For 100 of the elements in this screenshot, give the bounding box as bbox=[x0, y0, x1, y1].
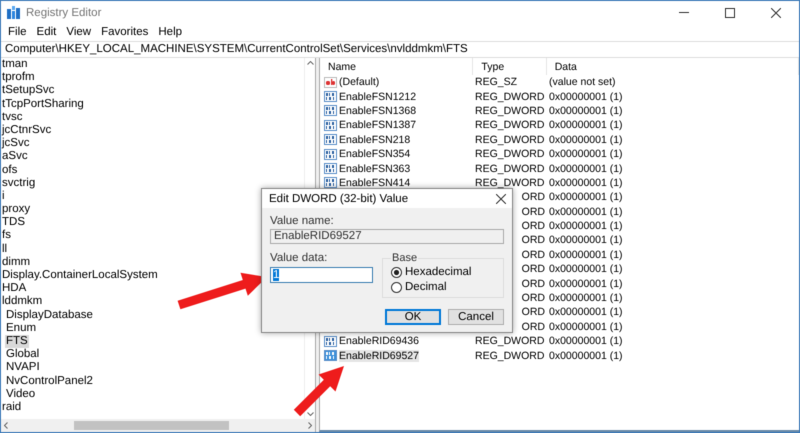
value-data: 0x00000001 (1) bbox=[549, 263, 623, 276]
value-name[interactable]: EnableFSN354 bbox=[339, 148, 410, 160]
value-name[interactable]: EnableFSN363 bbox=[339, 162, 410, 175]
value-name-field[interactable]: EnableRID69527 bbox=[270, 229, 504, 244]
tree-item[interactable]: NvControlPanel2 bbox=[5, 374, 94, 388]
tree-item[interactable]: tSetupSvc bbox=[1, 84, 56, 98]
tree-item[interactable]: NVAPI bbox=[5, 361, 41, 374]
menu-item[interactable]: View bbox=[61, 26, 96, 38]
tree-item[interactable]: raid bbox=[1, 400, 22, 414]
value-type: ORD bbox=[522, 234, 545, 246]
scroll-up-icon[interactable] bbox=[306, 61, 314, 65]
value-name[interactable]: (Default) bbox=[339, 76, 380, 88]
tree-item[interactable]: i bbox=[1, 190, 6, 204]
scrollbar-thumb[interactable] bbox=[74, 421, 229, 430]
value-data: 0x00000001 (1) bbox=[549, 306, 623, 318]
value-type: REG_SZ bbox=[475, 76, 518, 88]
value-data-field[interactable]: 1 bbox=[270, 267, 373, 283]
tree-item[interactable]: jcCtnrSvc bbox=[1, 124, 52, 138]
value-data: 0x00000001 (1) bbox=[549, 234, 623, 246]
value-data: 0x00000001 (1) bbox=[549, 248, 623, 261]
tree-item[interactable]: tTcpPortSharing bbox=[1, 98, 85, 111]
value-data: 0x00000001 (1) bbox=[549, 134, 623, 146]
tree-item[interactable]: proxy bbox=[1, 203, 32, 216]
value-data: 0x00000001 (1) bbox=[549, 90, 623, 103]
binary-value-icon bbox=[324, 350, 337, 362]
field-label: Value name: bbox=[270, 215, 335, 227]
value-type: REG_DWORD bbox=[475, 176, 544, 189]
value-data: (value not set) bbox=[549, 76, 616, 88]
scroll-left-icon[interactable] bbox=[4, 422, 8, 429]
value-data: 0x00000001 (1) bbox=[549, 320, 623, 333]
value-data: 0x00000001 (1) bbox=[549, 350, 623, 362]
value-name[interactable]: EnableFSN1368 bbox=[339, 104, 416, 117]
menu-item[interactable]: Help bbox=[153, 26, 188, 38]
close-icon[interactable] bbox=[496, 194, 506, 204]
scroll-right-icon[interactable] bbox=[308, 422, 312, 429]
tree-item[interactable]: aSvc bbox=[1, 150, 29, 164]
value-data: 0x00000001 (1) bbox=[549, 162, 623, 175]
value-name[interactable]: EnableRID69527 bbox=[339, 350, 419, 362]
tree-item[interactable]: jcSvc bbox=[1, 137, 30, 150]
value-type: REG_DWORD bbox=[475, 335, 544, 348]
tree-item[interactable]: Video bbox=[5, 388, 36, 401]
value-type: ORD bbox=[522, 320, 545, 333]
value-type: REG_DWORD bbox=[475, 162, 544, 175]
string-value-icon bbox=[324, 76, 337, 88]
tree-item[interactable]: tprofm bbox=[1, 71, 36, 84]
value-data: 0x00000001 (1) bbox=[549, 148, 623, 160]
scroll-down-icon[interactable] bbox=[306, 412, 314, 416]
value-type: REG_DWORD bbox=[475, 104, 544, 117]
tree-item[interactable]: svctrig bbox=[1, 176, 36, 190]
binary-value-icon bbox=[324, 134, 337, 146]
tree-item[interactable]: Display.ContainerLocalSystem bbox=[1, 269, 159, 282]
tree-item[interactable]: Global bbox=[5, 348, 40, 362]
binary-value-icon bbox=[324, 148, 337, 160]
dialog-button[interactable]: Cancel bbox=[448, 309, 504, 325]
dialog-title: Edit DWORD (32-bit) Value bbox=[269, 192, 408, 204]
value-type: ORD bbox=[522, 191, 545, 204]
tree-item[interactable]: ll bbox=[1, 242, 8, 256]
value-name[interactable]: EnableFSN414 bbox=[339, 176, 410, 189]
menu-item[interactable]: File bbox=[3, 26, 32, 38]
value-type: ORD bbox=[522, 220, 545, 232]
registry-app-icon bbox=[7, 6, 20, 19]
arrow-drawing bbox=[294, 366, 344, 416]
value-type: REG_DWORD bbox=[475, 90, 544, 103]
minimize-icon bbox=[679, 12, 689, 13]
column-header[interactable]: Name bbox=[320, 58, 474, 75]
tree-item[interactable]: HDA bbox=[1, 282, 28, 296]
tree-item[interactable]: ofs bbox=[1, 164, 18, 177]
tree-item[interactable]: tvsc bbox=[1, 110, 24, 124]
address-bar[interactable]: Computer\HKEY_LOCAL_MACHINE\SYSTEM\CurrentControlSet\Services\nvlddmkm\FTS bbox=[1, 41, 799, 58]
value-name[interactable]: EnableFSN218 bbox=[339, 134, 410, 146]
binary-value-icon bbox=[324, 120, 337, 131]
tree-item[interactable]: FTS bbox=[5, 334, 29, 348]
radio-option[interactable]: Hexadecimal bbox=[391, 266, 495, 278]
value-data: 0x00000001 (1) bbox=[549, 292, 623, 304]
tree-item[interactable]: TDS bbox=[1, 216, 26, 230]
binary-value-icon bbox=[324, 105, 337, 116]
tree-item[interactable]: Enum bbox=[5, 322, 38, 335]
value-name[interactable]: EnableRID69436 bbox=[339, 335, 419, 348]
value-type: ORD bbox=[522, 278, 545, 290]
tree-item[interactable]: fs bbox=[1, 229, 12, 243]
value-type: REG_DWORD bbox=[475, 134, 544, 146]
value-name[interactable]: EnableFSN1212 bbox=[339, 90, 416, 103]
column-header[interactable]: Data bbox=[546, 58, 799, 75]
close-icon bbox=[771, 8, 781, 18]
value-type: ORD bbox=[522, 206, 545, 218]
value-name[interactable]: EnableFSN1387 bbox=[339, 119, 416, 132]
menu-item[interactable]: Edit bbox=[32, 26, 62, 38]
tree-item[interactable]: tman bbox=[1, 58, 29, 72]
value-data: 0x00000001 (1) bbox=[549, 191, 623, 204]
value-data: 0x00000001 (1) bbox=[549, 119, 623, 132]
value-type: ORD bbox=[522, 306, 545, 318]
column-header[interactable]: Type bbox=[473, 58, 547, 75]
radio-option[interactable]: Decimal bbox=[391, 281, 495, 293]
tree-item[interactable]: dimm bbox=[1, 256, 32, 269]
value-type: REG_DWORD bbox=[475, 119, 544, 132]
menu-item[interactable]: Favorites bbox=[96, 26, 154, 38]
tree-item[interactable]: DisplayDatabase bbox=[5, 308, 94, 322]
value-data: 0x00000001 (1) bbox=[549, 206, 623, 218]
tree-item[interactable]: lddmkm bbox=[1, 295, 44, 309]
dialog-button[interactable]: OK bbox=[385, 309, 441, 325]
